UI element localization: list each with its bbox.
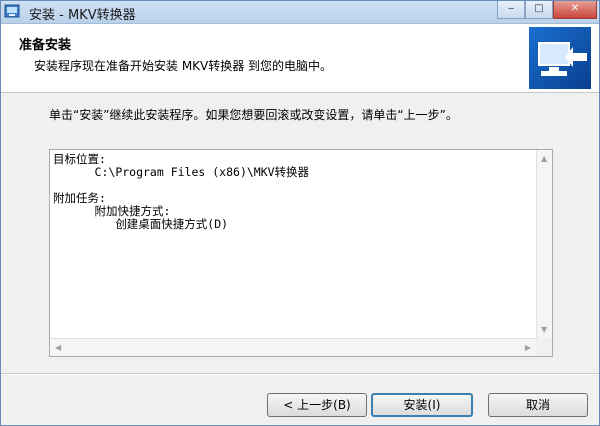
scroll-left-icon[interactable]: ◀ — [55, 343, 61, 352]
dest-label: 目标位置: — [53, 152, 106, 166]
installer-app-icon — [4, 4, 20, 18]
scroll-down-icon[interactable]: ▼ — [541, 325, 547, 334]
ready-memo-box[interactable]: 目标位置: C:\Program Files (x86)\MKV转换器 附加任务… — [49, 149, 553, 357]
scroll-corner — [536, 338, 552, 356]
page-subtitle: 安装程序现在准备开始安装 MKV转换器 到您的电脑中。 — [34, 59, 333, 73]
page-title: 准备安装 — [19, 38, 72, 53]
close-button[interactable]: ✕ — [553, 1, 597, 19]
wizard-header: 准备安装 安装程序现在准备开始安装 MKV转换器 到您的电脑中。 — [1, 24, 599, 93]
scroll-right-icon[interactable]: ▶ — [525, 343, 531, 352]
task-item-indent — [53, 217, 115, 231]
tasks-label: 附加任务: — [53, 191, 106, 205]
installer-window: 安装 - MKV转换器 ‒ □ ✕ 准备安装 安装程序现在准备开始安装 MKV转… — [0, 0, 600, 426]
task-group: 附加快捷方式: — [94, 204, 171, 218]
minimize-button[interactable]: ‒ — [497, 1, 525, 19]
computer-install-icon — [529, 27, 591, 89]
install-button[interactable]: 安装(I) — [371, 393, 473, 417]
title-bar[interactable]: 安装 - MKV转换器 ‒ □ ✕ — [1, 1, 599, 24]
maximize-button[interactable]: □ — [525, 1, 553, 19]
window-controls: ‒ □ ✕ — [497, 1, 597, 19]
task-item: 创建桌面快捷方式(D) — [115, 217, 229, 231]
dest-path: C:\Program Files (x86)\MKV转换器 — [94, 165, 310, 179]
instruction-text: 单击“安装”继续此安装程序。如果您想要回滚或改变设置，请单击“上一步”。 — [49, 108, 458, 122]
close-icon: ✕ — [570, 3, 580, 14]
back-button[interactable]: < 上一步(B) — [267, 393, 367, 417]
minimize-icon: ‒ — [507, 3, 515, 14]
maximize-icon: □ — [534, 3, 544, 14]
task-group-indent — [53, 204, 95, 218]
window-title: 安装 - MKV转换器 — [29, 8, 136, 23]
vertical-scrollbar[interactable]: ▲ ▼ — [536, 150, 552, 338]
horizontal-scrollbar[interactable]: ◀ ▶ — [50, 338, 536, 356]
memo-content: 目标位置: C:\Program Files (x86)\MKV转换器 附加任务… — [53, 153, 309, 231]
dest-indent — [53, 165, 95, 179]
scroll-up-icon[interactable]: ▲ — [541, 154, 547, 163]
cancel-button[interactable]: 取消 — [488, 393, 588, 417]
footer-divider-highlight — [1, 374, 599, 375]
